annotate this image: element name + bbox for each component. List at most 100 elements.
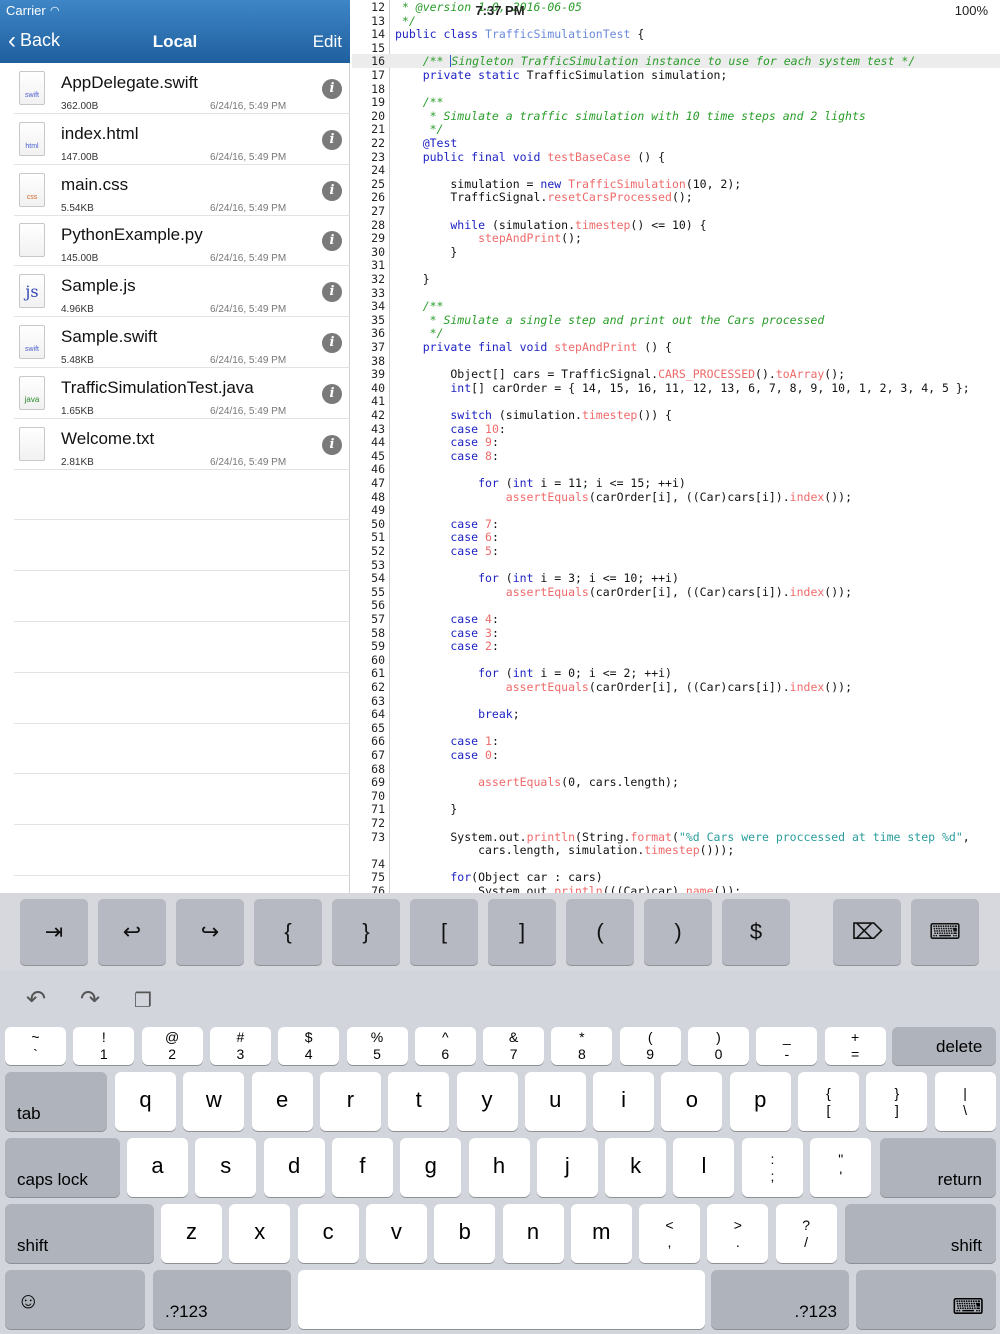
letter-key[interactable]: g — [400, 1138, 462, 1197]
number-key[interactable]: & 7 — [483, 1027, 545, 1065]
symbol-key[interactable]: }] — [866, 1072, 928, 1131]
letter-key[interactable]: t — [388, 1072, 450, 1131]
file-row[interactable]: swift Sample.swift 5.48KB 6/24/16, 5:49 PM i — [14, 317, 350, 368]
status-battery: 100% — [954, 3, 988, 18]
open-brace-key[interactable]: { — [254, 899, 322, 965]
letter-key[interactable]: k — [605, 1138, 667, 1197]
letter-key[interactable]: n — [502, 1204, 564, 1263]
number-key[interactable]: ^ 6 — [414, 1027, 476, 1065]
number-key[interactable]: $4 — [278, 1027, 340, 1065]
letter-key[interactable]: l — [673, 1138, 735, 1197]
file-row[interactable]: PythonExample.py 145.00B 6/24/16, 5:49 PM i — [14, 215, 350, 267]
letter-key[interactable]: v — [365, 1204, 427, 1263]
code-token: * Simulate a single step and print out t… — [395, 312, 825, 327]
tab-key[interactable]: ⇥ — [20, 899, 88, 965]
paste-icon[interactable]: ❐ — [134, 988, 152, 1013]
dollar-key[interactable]: $ — [722, 899, 790, 965]
letter-key[interactable]: y — [456, 1072, 518, 1131]
shift-left-key[interactable]: shift — [5, 1204, 154, 1263]
key-upper: $ — [304, 1029, 313, 1045]
letter-key[interactable]: h — [468, 1138, 530, 1197]
letter-key[interactable]: e — [251, 1072, 313, 1131]
number-key[interactable]: ! 1 — [73, 1027, 135, 1065]
key-char: y — [481, 1087, 493, 1112]
code-token: } — [395, 244, 458, 259]
info-icon[interactable]: i — [322, 434, 342, 455]
hide-keyboard-key[interactable]: ⌨ — [856, 1270, 996, 1329]
info-icon[interactable]: i — [322, 79, 342, 99]
symbol-key[interactable]: " ' — [810, 1138, 872, 1197]
letter-key[interactable]: s — [195, 1138, 257, 1197]
letter-key[interactable]: i — [593, 1072, 655, 1131]
file-row[interactable]: html index.html 147.00B 6/24/16, 5:49 PM i — [14, 114, 350, 165]
info-icon[interactable]: i — [322, 333, 342, 353]
edit-button[interactable]: Edit — [313, 32, 342, 52]
nav-title: Local — [152, 32, 198, 51]
tab-key[interactable]: tab — [5, 1072, 107, 1131]
redo-icon[interactable]: ↷ — [80, 985, 100, 1014]
delete-key[interactable]: delete — [892, 1027, 996, 1065]
letter-key[interactable]: w — [183, 1072, 245, 1131]
code-editor[interactable]: 12 * @version 1.0, 2016-06-05 13 */14 publ… — [352, 0, 1000, 893]
file-row[interactable]: js Sample.js 4.96KB 6/24/16, 5:49 PM i — [14, 266, 350, 318]
number-key[interactable]: + = — [824, 1027, 886, 1065]
number-key[interactable]: _ - — [756, 1027, 818, 1065]
numbers-key-left[interactable]: .?123 — [153, 1270, 291, 1329]
code-token: ())); — [699, 843, 735, 858]
caps-lock-key[interactable]: caps lock — [5, 1138, 120, 1197]
number-key[interactable]: % 5 — [346, 1027, 408, 1065]
redo-key[interactable]: ↪ — [176, 899, 244, 965]
numbers-key-right[interactable]: .?123 — [711, 1270, 849, 1329]
close-brace-key[interactable]: } — [332, 899, 400, 965]
letter-key[interactable]: o — [661, 1072, 723, 1131]
symbol-key[interactable]: :; — [742, 1138, 803, 1197]
symbol-key[interactable]: {[ — [798, 1072, 859, 1131]
close-bracket-key[interactable]: ] — [488, 899, 556, 965]
number-key[interactable]: ~ ` — [5, 1027, 66, 1065]
letter-key[interactable]: a — [127, 1138, 188, 1197]
space-key[interactable] — [298, 1270, 705, 1329]
return-key[interactable]: return — [880, 1138, 996, 1197]
letter-key[interactable]: f — [331, 1138, 393, 1197]
code-token: for — [395, 476, 506, 490]
symbol-key[interactable]: | \ — [934, 1072, 996, 1131]
letter-key[interactable]: c — [297, 1204, 359, 1263]
file-row[interactable]: java TrafficSimulationTest.java 1.65KB 6/24… — [14, 368, 350, 419]
letter-key[interactable]: d — [263, 1138, 325, 1197]
number-key[interactable]: * 8 — [551, 1027, 613, 1065]
undo-icon[interactable]: ↶ — [26, 985, 46, 1014]
letter-key[interactable]: u — [524, 1072, 586, 1131]
undo-key[interactable]: ↩ — [98, 899, 166, 965]
shift-right-key[interactable]: shift — [845, 1204, 996, 1263]
info-icon[interactable]: i — [322, 180, 342, 201]
file-row[interactable]: css main.css 5.54KB 6/24/16, 5:49 PM i — [14, 165, 350, 216]
info-icon[interactable]: i — [322, 383, 342, 404]
letter-key[interactable]: m — [570, 1204, 632, 1263]
open-paren-key[interactable]: ( — [566, 899, 634, 965]
info-icon[interactable]: i — [322, 231, 342, 252]
letter-key[interactable]: b — [434, 1204, 496, 1263]
letter-key[interactable]: x — [229, 1204, 291, 1263]
letter-key[interactable]: j — [536, 1138, 598, 1197]
number-key[interactable]: #3 — [209, 1027, 271, 1065]
letter-key[interactable]: p — [729, 1072, 791, 1131]
info-icon[interactable]: i — [322, 129, 342, 150]
code-line: 33 — [352, 286, 1000, 300]
emoji-key[interactable]: ☺ — [5, 1270, 145, 1329]
number-key[interactable]: ) 0 — [688, 1027, 749, 1065]
symbol-key[interactable]: <, — [639, 1204, 700, 1263]
letter-key[interactable]: z — [161, 1204, 222, 1263]
info-icon[interactable]: i — [322, 282, 342, 303]
symbol-key[interactable]: >. — [707, 1204, 769, 1263]
number-key[interactable]: (9 — [619, 1027, 681, 1065]
number-key[interactable]: @2 — [141, 1027, 203, 1065]
open-bracket-key[interactable]: [ — [410, 899, 478, 965]
hide-keyboard-key[interactable]: ⌨ — [911, 899, 979, 965]
file-row[interactable]: swift AppDelegate.swift 362.00B 6/24/16, 5:… — [14, 63, 350, 114]
file-row[interactable]: Welcome.txt 2.81KB 6/24/16, 5:49 PM i — [14, 419, 350, 470]
letter-key[interactable]: q — [115, 1072, 176, 1131]
delete-forward-key[interactable]: ⌦ — [833, 899, 901, 965]
close-paren-key[interactable]: ) — [644, 899, 712, 965]
letter-key[interactable]: r — [319, 1072, 381, 1131]
symbol-key[interactable]: ? / — [775, 1204, 837, 1263]
